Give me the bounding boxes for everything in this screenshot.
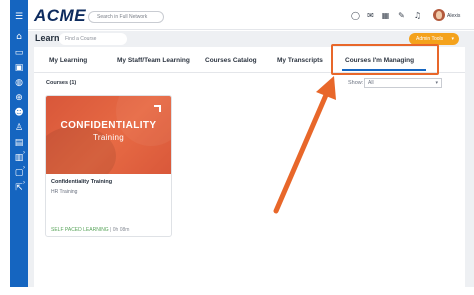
page-title: Learn (35, 33, 60, 43)
course-category: HR Training (51, 189, 78, 195)
search-input[interactable]: Search in Full Network (88, 11, 164, 23)
briefcase-icon[interactable]: ▣ (10, 61, 28, 75)
chevron-right-icon[interactable]: › (23, 150, 25, 156)
courses-count: Courses (1) (46, 80, 77, 86)
people-icon[interactable]: ☻ (10, 106, 28, 120)
highlight-box (331, 44, 439, 75)
person-icon[interactable]: ♙ (10, 121, 28, 135)
tab-my-staff-team-learning[interactable]: My Staff/Team Learning (117, 57, 190, 64)
chevron-down-icon: ▾ (435, 80, 438, 86)
chevron-down-icon: ▾ (451, 36, 454, 42)
course-card[interactable]: CONFIDENTIALITY Training Confidentiality… (45, 95, 172, 237)
show-label: Show: (348, 80, 364, 86)
thumbnail-subtitle: Training (92, 133, 124, 142)
user-name[interactable]: Alexis (447, 13, 460, 19)
chat-icon[interactable]: ▢ (10, 166, 28, 180)
course-duration: 0h 08m (112, 227, 130, 233)
avatar[interactable] (433, 9, 445, 21)
home-icon[interactable]: ⌂ (10, 30, 28, 44)
tab-courses-catalog[interactable]: Courses Catalog (205, 57, 257, 64)
chat-icon[interactable]: ◯ (350, 10, 361, 21)
show-filter-select[interactable]: All ▾ (364, 78, 442, 88)
course-title[interactable]: Confidentiality Training (51, 179, 112, 185)
admin-tools-label: Admin Tools (416, 36, 444, 42)
corner-bracket-icon (154, 105, 161, 112)
chevron-right-icon[interactable]: › (23, 180, 25, 186)
find-course-input[interactable]: Find a Course (59, 33, 127, 45)
learn-panel: My Learning My Staff/Team Learning Cours… (34, 44, 465, 288)
tab-my-transcripts[interactable]: My Transcripts (277, 57, 323, 64)
external-icon[interactable]: ⇱ (10, 181, 28, 195)
thumbnail-title: CONFIDENTIALITY (60, 120, 157, 131)
menu-icon[interactable]: ☰ (10, 10, 28, 24)
course-type: SELF PACED LEARNING (51, 227, 109, 233)
acme-logo[interactable]: ACME (34, 6, 86, 26)
sidebar: ☰ ⌂ ▭ ▣ ◍ ⊕ ☻ ♙ ▤ ▥ ▢ › › ⇱ › (10, 0, 28, 287)
certificate-icon[interactable]: ▤ (10, 136, 28, 150)
course-thumbnail[interactable]: CONFIDENTIALITY Training (46, 96, 171, 174)
top-header: ACME Search in Full Network ◯ ✉ ▦ ✎ ♫ Al… (28, 0, 474, 30)
course-meta: SELF PACED LEARNING | 0h 08m (51, 227, 129, 233)
app-window: ☰ ⌂ ▭ ▣ ◍ ⊕ ☻ ♙ ▤ ▥ ▢ › › ⇱ › ACME Searc… (0, 0, 474, 295)
show-filter-value: All (368, 80, 374, 86)
mail-icon[interactable]: ✉ (365, 10, 376, 21)
screen-icon[interactable]: ▭ (10, 46, 28, 60)
learn-page: Learn Find a Course Admin Tools ▾ My Lea… (28, 31, 474, 288)
chevron-right-icon[interactable]: › (23, 165, 25, 171)
edit-icon[interactable]: ✎ (396, 10, 407, 21)
building-icon[interactable]: ▥ (10, 151, 28, 165)
bell-icon[interactable]: ♫ (412, 10, 423, 21)
cart-icon[interactable]: ⊕ (10, 91, 28, 105)
tab-my-learning[interactable]: My Learning (49, 57, 87, 64)
grid-icon[interactable]: ▦ (380, 10, 391, 21)
globe-icon[interactable]: ◍ (10, 76, 28, 90)
